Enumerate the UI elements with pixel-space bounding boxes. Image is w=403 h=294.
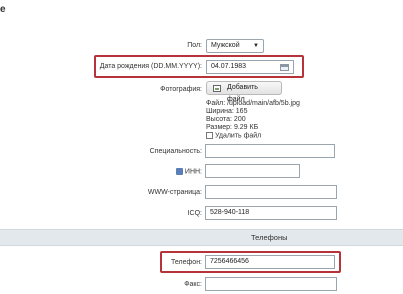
file-info: Файл: /upload/main/afb/5b.jpg Ширина: 16… (206, 100, 300, 132)
gender-label: Пол: (187, 42, 202, 49)
gender-value: Мужской (211, 42, 240, 49)
specialty-label: Специальность: (149, 148, 202, 155)
add-file-icon (213, 85, 221, 92)
phone-input[interactable]: 7256466456 (205, 255, 335, 269)
photo-label: Фотография: (160, 86, 202, 93)
phone-value: 7256466456 (210, 258, 249, 265)
inn-label: ИНН: (184, 168, 202, 176)
fax-label: Факс: (184, 281, 202, 288)
gender-select[interactable]: Мужской ▼ (206, 39, 264, 53)
delete-file-row: Удалить файл (206, 132, 261, 139)
fax-input[interactable] (205, 277, 337, 291)
specialty-input[interactable] (205, 144, 335, 158)
file-info-line: Размер: 9.29 КБ (206, 124, 259, 131)
birthdate-label: Дата рождения (DD.MM.YYYY): (99, 63, 202, 70)
inn-label-row: ИНН: (2, 168, 202, 175)
file-info-line: Ширина: 165 (206, 108, 248, 115)
file-info-line: Высота: 200 (206, 116, 246, 123)
info-icon[interactable] (175, 168, 183, 175)
add-file-button[interactable]: Добавить файл (206, 81, 282, 103)
page-title-fragment: е (0, 4, 6, 15)
chevron-down-icon: ▼ (253, 43, 259, 49)
delete-file-label: Удалить файл (214, 132, 262, 140)
phones-section-title: Телефоны (251, 233, 288, 242)
calendar-icon[interactable] (280, 64, 289, 71)
inn-input[interactable] (205, 164, 300, 178)
phones-section-bar (0, 229, 403, 246)
file-info-line: Файл: /upload/main/afb/5b.jpg (206, 100, 300, 107)
website-label: WWW-страница: (147, 189, 202, 196)
delete-file-checkbox[interactable] (206, 132, 213, 139)
icq-input[interactable]: 528-940-118 (205, 206, 337, 220)
birthdate-input[interactable]: 04.07.1983 (206, 60, 294, 74)
icq-label: ICQ: (187, 210, 202, 217)
icq-value: 528-940-118 (210, 209, 250, 216)
phone-label: Телефон: (171, 259, 202, 266)
birthdate-value: 04.07.1983 (211, 63, 247, 70)
website-input[interactable] (205, 185, 337, 199)
